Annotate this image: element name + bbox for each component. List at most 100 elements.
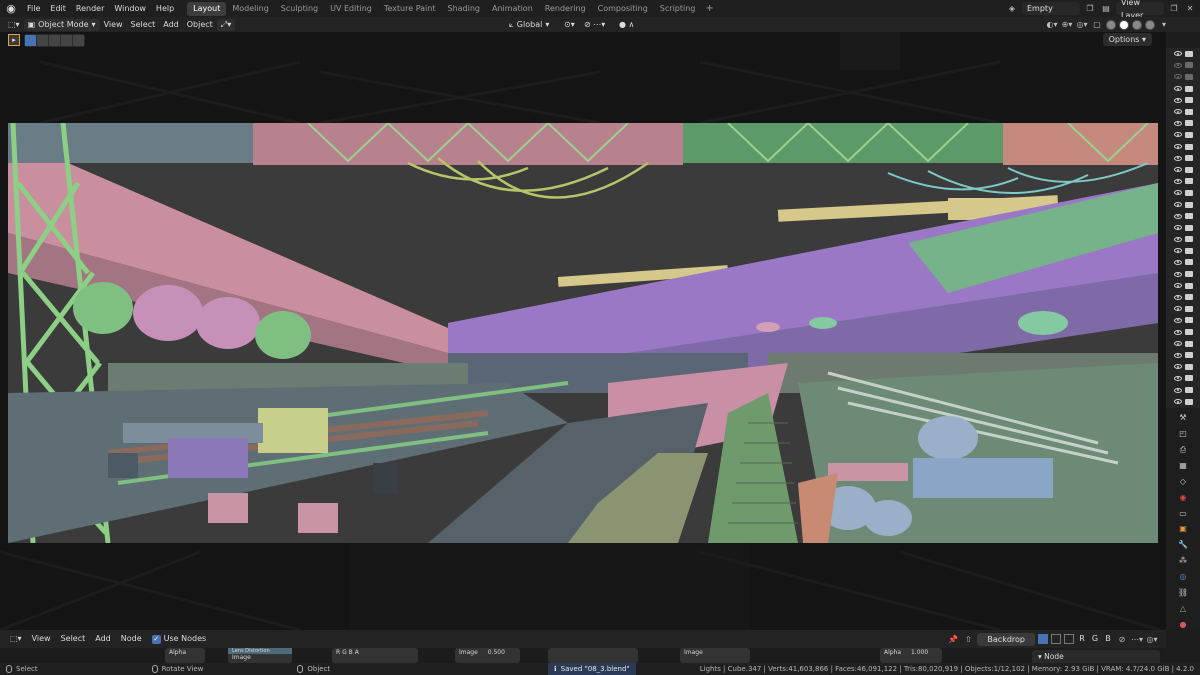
camera-icon[interactable] bbox=[1184, 213, 1193, 220]
camera-icon[interactable] bbox=[1184, 236, 1193, 243]
particles-properties-icon[interactable]: ⁂ bbox=[1177, 555, 1189, 567]
sidebar-node-tab[interactable]: ▾ Node bbox=[1032, 650, 1160, 663]
lens-distortion-node[interactable]: Lens Distortion Image bbox=[228, 648, 292, 663]
color-alpha-channel-button[interactable] bbox=[1038, 634, 1048, 644]
camera-icon[interactable] bbox=[1184, 305, 1193, 312]
copy-scene-icon[interactable]: ❐ bbox=[1084, 3, 1096, 15]
separate-color-node[interactable]: R G B A bbox=[332, 648, 418, 663]
eye-icon[interactable] bbox=[1173, 178, 1182, 184]
overlay-toggle-icon[interactable]: ◎▾ bbox=[1076, 19, 1088, 31]
eye-icon[interactable] bbox=[1173, 329, 1182, 335]
tab-animation[interactable]: Animation bbox=[486, 2, 539, 16]
eye-icon[interactable] bbox=[1173, 352, 1182, 358]
render-layers-node[interactable]: Alpha bbox=[165, 648, 205, 663]
select-tool-icon[interactable]: ▸ bbox=[8, 34, 20, 46]
camera-icon[interactable] bbox=[1184, 178, 1193, 185]
eye-icon[interactable] bbox=[1173, 86, 1182, 92]
node-menu-node[interactable]: Node bbox=[117, 633, 146, 645]
eye-icon[interactable] bbox=[1173, 225, 1182, 231]
eye-icon[interactable] bbox=[1173, 213, 1182, 219]
shading-options-icon[interactable]: ▾ bbox=[1158, 19, 1170, 31]
add-workspace-button[interactable]: + bbox=[701, 3, 717, 14]
camera-icon[interactable] bbox=[1184, 166, 1193, 173]
wireframe-shading-button[interactable] bbox=[1106, 19, 1116, 30]
menu-edit[interactable]: Edit bbox=[45, 0, 71, 17]
node-menu-view[interactable]: View bbox=[28, 633, 55, 645]
options-dropdown[interactable]: Options ▾ bbox=[1102, 33, 1152, 46]
render-properties-icon[interactable]: ◰ bbox=[1177, 428, 1189, 440]
mode-dropdown[interactable]: ▣ Object Mode ▾ bbox=[23, 18, 100, 31]
eye-icon[interactable] bbox=[1173, 51, 1182, 57]
backdrop-toggle[interactable]: Backdrop bbox=[977, 632, 1035, 646]
alpha-channel-button[interactable] bbox=[1064, 634, 1074, 644]
eye-icon[interactable] bbox=[1173, 248, 1182, 254]
constraints-properties-icon[interactable]: ⛓ bbox=[1177, 586, 1189, 598]
blender-logo-icon[interactable]: ◉ bbox=[0, 0, 22, 17]
transform-orientation-dropdown[interactable]: ⟀ Global ▾ bbox=[505, 19, 553, 31]
eye-icon[interactable] bbox=[1173, 387, 1182, 393]
camera-icon[interactable] bbox=[1184, 50, 1193, 57]
collection-properties-icon[interactable]: ▭ bbox=[1177, 507, 1189, 519]
camera-icon[interactable] bbox=[1184, 329, 1193, 336]
physics-properties-icon[interactable]: ◎ bbox=[1177, 571, 1189, 583]
data-properties-icon[interactable]: △ bbox=[1177, 602, 1189, 614]
editor-type-icon[interactable]: ⬚▾ bbox=[4, 19, 24, 31]
menu-select[interactable]: Select bbox=[127, 19, 160, 31]
camera-icon[interactable] bbox=[1184, 201, 1193, 208]
object-properties-icon[interactable]: ▣ bbox=[1177, 523, 1189, 535]
menu-help[interactable]: Help bbox=[151, 0, 179, 17]
snap-icon[interactable]: ⊘ bbox=[1116, 633, 1128, 645]
mix-node[interactable]: Image 0.500 bbox=[455, 648, 520, 663]
camera-icon[interactable] bbox=[1184, 282, 1193, 289]
camera-icon[interactable] bbox=[1184, 73, 1193, 80]
gizmo-toggle-icon[interactable]: ⊕▾ bbox=[1061, 19, 1073, 31]
camera-icon[interactable] bbox=[1184, 375, 1193, 382]
tab-rendering[interactable]: Rendering bbox=[539, 2, 592, 16]
view-layer-field[interactable]: View Layer bbox=[1116, 0, 1164, 20]
camera-icon[interactable] bbox=[1184, 224, 1193, 231]
select-invert-icon[interactable] bbox=[61, 34, 72, 46]
menu-view[interactable]: View bbox=[100, 19, 127, 31]
snap-toggle[interactable]: ⊘ ⋯▾ bbox=[580, 19, 609, 31]
view-layer-icon[interactable]: ▤ bbox=[1100, 3, 1112, 15]
camera-icon[interactable] bbox=[1184, 189, 1193, 196]
camera-icon[interactable] bbox=[1184, 271, 1193, 278]
eye-icon[interactable] bbox=[1173, 62, 1182, 68]
node-menu-select[interactable]: Select bbox=[57, 633, 90, 645]
material-shading-button[interactable] bbox=[1132, 19, 1142, 30]
camera-icon[interactable] bbox=[1184, 387, 1193, 394]
material-properties-icon[interactable]: ● bbox=[1177, 618, 1189, 630]
eye-icon[interactable] bbox=[1173, 306, 1182, 312]
eye-icon[interactable] bbox=[1173, 74, 1182, 80]
eye-icon[interactable] bbox=[1173, 236, 1182, 242]
snap-options-icon[interactable]: ⋯▾ bbox=[1131, 633, 1143, 645]
solid-shading-button[interactable] bbox=[1119, 19, 1129, 30]
camera-icon[interactable] bbox=[1184, 363, 1193, 370]
eye-icon[interactable] bbox=[1173, 144, 1182, 150]
visibility-dropdown-icon[interactable]: ◐▾ bbox=[1046, 19, 1058, 31]
scene-properties-icon[interactable]: ◇ bbox=[1177, 475, 1189, 487]
proportional-edit-toggle[interactable]: ● ∧ bbox=[615, 19, 638, 31]
eye-icon[interactable] bbox=[1173, 399, 1182, 405]
tab-texture-paint[interactable]: Texture Paint bbox=[378, 2, 442, 16]
pin-icon[interactable]: 📌 bbox=[947, 633, 959, 645]
select-extend-icon[interactable] bbox=[37, 34, 48, 46]
eye-icon[interactable] bbox=[1173, 97, 1182, 103]
eye-icon[interactable] bbox=[1173, 364, 1182, 370]
menu-object[interactable]: Object bbox=[183, 19, 217, 31]
viewer-node[interactable] bbox=[548, 648, 638, 663]
menu-add[interactable]: Add bbox=[159, 19, 183, 31]
camera-icon[interactable] bbox=[1184, 97, 1193, 104]
camera-icon[interactable] bbox=[1184, 398, 1193, 405]
eye-icon[interactable] bbox=[1173, 271, 1182, 277]
pivot-dropdown[interactable]: ⊙▾ bbox=[560, 19, 579, 31]
tab-modeling[interactable]: Modeling bbox=[226, 2, 274, 16]
copy-layer-icon[interactable]: ❐ bbox=[1168, 3, 1180, 15]
use-nodes-toggle[interactable]: ✓ Use Nodes bbox=[148, 633, 211, 645]
xray-toggle-icon[interactable]: ▢ bbox=[1091, 19, 1103, 31]
rendered-shading-button[interactable] bbox=[1145, 19, 1155, 30]
eye-icon[interactable] bbox=[1173, 283, 1182, 289]
camera-icon[interactable] bbox=[1184, 317, 1193, 324]
camera-icon[interactable] bbox=[1184, 340, 1193, 347]
compositor-node-editor[interactable]: ⬚▾ View Select Add Node ✓ Use Nodes 📌 ⇧ … bbox=[0, 630, 1166, 663]
